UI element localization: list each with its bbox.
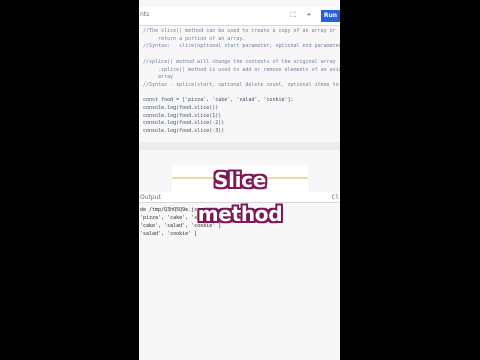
run-button[interactable]: Run <box>321 10 340 22</box>
code-line: .splice() method is used to add or remov… <box>143 66 340 73</box>
code-line: //splice() method will change the conten… <box>143 58 336 65</box>
code-line: //The slice() method can be used to crea… <box>143 28 336 34</box>
console-line: 'salad', 'cookie' ] <box>140 231 198 237</box>
console-line: de /tmp/Q3hQ5Q9e.js <box>140 207 198 213</box>
code-line: console.log(food.slice(-2)) <box>143 120 225 127</box>
code-line: array <box>143 74 174 81</box>
code-line: //Syntax - splice(start, optional delete… <box>143 81 340 88</box>
editor-toolbar: nts ⛶ ☀ Run <box>139 7 340 26</box>
code-line: const food = ['pizza', 'cake', 'salad', … <box>143 97 294 104</box>
code-line: console.log(food.slice(-3)) <box>143 128 225 135</box>
code-editor[interactable]: //The slice() method can be used to crea… <box>139 26 340 184</box>
code-line: return a portion of an array. <box>143 35 246 42</box>
expand-icon[interactable]: ⛶ <box>288 10 298 20</box>
active-line-highlight <box>139 142 340 150</box>
file-tab[interactable]: nts <box>140 11 149 18</box>
theme-icon[interactable]: ☀ <box>304 10 314 20</box>
output-label: Output <box>140 194 161 201</box>
clear-button[interactable]: Cl <box>332 194 339 201</box>
video-title: Slice method <box>197 168 283 226</box>
code-line: console.log(food.slice(1)) <box>143 112 222 119</box>
code-line: console.log(food.slice()) <box>143 105 219 111</box>
code-line: //Syntax: slice(optional start parameter… <box>143 43 340 50</box>
